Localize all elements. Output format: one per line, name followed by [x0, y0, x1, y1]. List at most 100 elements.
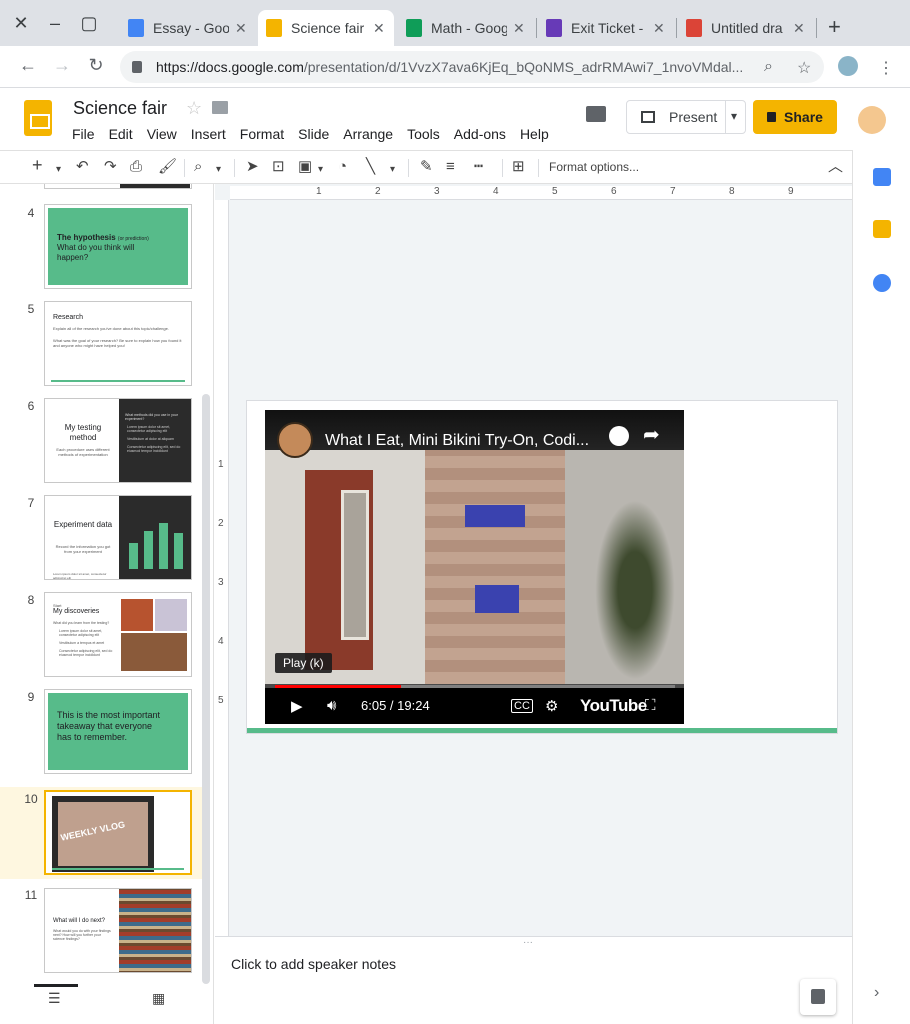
keep-icon[interactable] [873, 220, 891, 238]
select-cursor-icon[interactable]: ➤ [246, 158, 259, 176]
tab-essay[interactable]: Essay - Goo ✕ [120, 10, 256, 46]
maximize-window-icon[interactable]: ▢ [78, 12, 100, 34]
chevron-right-icon[interactable]: › [874, 984, 879, 1002]
chevron-down-icon[interactable]: ▾ [56, 161, 61, 179]
menu-slide[interactable]: Slide [298, 126, 329, 142]
slide-thumbnail[interactable]: This is the most important takeaway that… [44, 689, 192, 774]
close-window-icon[interactable]: ✕ [10, 12, 32, 34]
add-comment-icon[interactable]: ⊞ [512, 158, 525, 176]
play-icon[interactable]: ▶ [291, 697, 303, 715]
watch-later-icon[interactable] [609, 426, 629, 446]
print-icon[interactable]: ⎙ [130, 158, 142, 176]
speaker-notes[interactable]: ··· Click to add speaker notes [215, 936, 852, 1024]
image-icon[interactable]: ▣ [298, 158, 312, 176]
video-title[interactable]: What I Eat, Mini Bikini Try-On, Codi... [325, 432, 589, 450]
slide-thumbnail[interactable]: The hypothesis (or prediction) What do y… [44, 204, 192, 289]
slide-thumbnail[interactable]: Research Explain all of the research you… [44, 301, 192, 386]
captions-icon[interactable]: CC [511, 699, 533, 713]
tab-math[interactable]: Math - Goog ✕ [398, 10, 534, 46]
border-dash-icon[interactable]: ┅ [474, 158, 483, 176]
pen-color-icon[interactable]: ✎ [420, 158, 433, 176]
explore-button[interactable] [800, 979, 836, 1015]
settings-gear-icon[interactable]: ⚙ [545, 697, 558, 715]
slide-thumbnail[interactable]: Start My discoveries What did you learn … [44, 592, 192, 677]
tab-exit-ticket[interactable]: Exit Ticket - ✕ [538, 10, 674, 46]
fullscreen-icon[interactable]: ⛶ [645, 697, 656, 714]
menu-file[interactable]: File [72, 126, 95, 142]
tab-science-fair[interactable]: Science fair ✕ [258, 10, 394, 46]
channel-avatar[interactable] [277, 422, 313, 458]
folder-icon[interactable] [212, 101, 228, 114]
back-icon[interactable]: ← [16, 55, 40, 76]
menu-insert[interactable]: Insert [191, 126, 226, 142]
reload-icon[interactable]: ↻ [84, 55, 108, 76]
slide-thumbnail-selected[interactable]: WEEKLY VLOG [44, 790, 192, 875]
omnibox[interactable]: https://docs.google.com/presentation/d/1… [120, 51, 824, 83]
slide-thumbnail[interactable]: My testing method Each procedure uses di… [44, 398, 192, 483]
menu-format[interactable]: Format [240, 126, 284, 142]
filmstrip-scrollbar[interactable] [202, 394, 210, 984]
chevron-down-icon[interactable]: ▾ [731, 109, 737, 123]
collapse-toolbar-icon[interactable]: ︿ [828, 158, 843, 176]
speaker-notes-placeholder[interactable]: Click to add speaker notes [231, 956, 396, 972]
line-icon[interactable]: ╲ [366, 158, 375, 176]
grid-view-icon[interactable]: ▦ [152, 990, 165, 1007]
youtube-logo[interactable]: YouTube [580, 696, 647, 716]
zoom-icon[interactable]: ⌕ [194, 158, 202, 176]
format-options-button[interactable]: Format options... [549, 160, 639, 174]
close-tab-icon[interactable]: ✕ [653, 20, 665, 37]
comments-icon[interactable] [586, 106, 606, 122]
share-arrow-icon[interactable]: ➦ [643, 422, 660, 447]
user-avatar[interactable] [858, 106, 886, 134]
menu-view[interactable]: View [147, 126, 177, 142]
menu-tools[interactable]: Tools [407, 126, 440, 142]
slides-logo[interactable] [24, 100, 52, 136]
shape-icon[interactable]: ◔ [338, 158, 347, 176]
volume-icon[interactable]: 🔊︎ [327, 697, 336, 714]
embedded-video[interactable]: What I Eat, Mini Bikini Try-On, Codi... … [265, 410, 684, 724]
present-button[interactable]: Present ▾ [626, 100, 746, 134]
search-icon[interactable]: ⌕ [764, 58, 773, 76]
minimize-window-icon[interactable]: – [44, 12, 66, 34]
chevron-down-icon[interactable]: ▾ [318, 161, 323, 179]
close-tab-icon[interactable]: ✕ [513, 20, 525, 37]
document-title[interactable]: Science fair [73, 98, 167, 119]
vertical-ruler[interactable]: 1 2 3 4 5 [215, 200, 229, 936]
new-slide-icon[interactable]: + [32, 156, 43, 174]
menu-bar: File Edit View Insert Format Slide Arran… [72, 126, 563, 142]
menu-addons[interactable]: Add-ons [454, 126, 506, 142]
tasks-icon[interactable] [873, 274, 891, 292]
paint-format-icon[interactable]: 🖌︎ [158, 158, 177, 176]
text-box-icon[interactable]: ⊡ [272, 158, 285, 176]
profile-avatar[interactable] [838, 56, 858, 76]
slide-thumbnail[interactable]: What will I do next? What would you do w… [44, 888, 192, 973]
redo-icon[interactable]: ↷ [104, 158, 117, 176]
forward-icon[interactable]: → [50, 55, 74, 76]
current-slide[interactable]: What I Eat, Mini Bikini Try-On, Codi... … [246, 400, 838, 734]
panel-item: Consectetur adipiscing elit, sed do eius… [127, 445, 181, 453]
star-icon[interactable]: ☆ [186, 98, 202, 119]
menu-arrange[interactable]: Arrange [343, 126, 393, 142]
undo-icon[interactable]: ↶ [76, 158, 89, 176]
slide-thumbnail[interactable] [44, 184, 192, 189]
chart-bar [174, 533, 183, 569]
url-text[interactable]: https://docs.google.com/presentation/d/1… [156, 59, 756, 75]
slide-thumbnail[interactable]: Experiment data Record the information y… [44, 495, 192, 580]
close-tab-icon[interactable]: ✕ [793, 20, 805, 37]
border-weight-icon[interactable]: ≡ [446, 158, 455, 176]
close-tab-icon[interactable]: ✕ [373, 20, 385, 37]
calendar-icon[interactable] [873, 168, 891, 186]
horizontal-ruler[interactable]: 1 2 3 4 5 6 7 8 9 [230, 186, 852, 200]
new-tab-icon[interactable]: + [828, 14, 841, 40]
chevron-down-icon[interactable]: ▾ [390, 161, 395, 179]
share-button[interactable]: Share [753, 100, 837, 134]
browser-menu-icon[interactable]: ⋮ [878, 58, 894, 78]
close-tab-icon[interactable]: ✕ [235, 20, 247, 37]
menu-edit[interactable]: Edit [109, 126, 133, 142]
tab-untitled-drawing[interactable]: Untitled dra ✕ [678, 10, 814, 46]
resize-handle-icon[interactable]: ··· [523, 937, 533, 948]
filmstrip-view-icon[interactable]: ☰ [48, 990, 61, 1007]
bookmark-star-icon[interactable]: ☆ [797, 58, 811, 78]
chevron-down-icon[interactable]: ▾ [216, 161, 221, 179]
menu-help[interactable]: Help [520, 126, 549, 142]
